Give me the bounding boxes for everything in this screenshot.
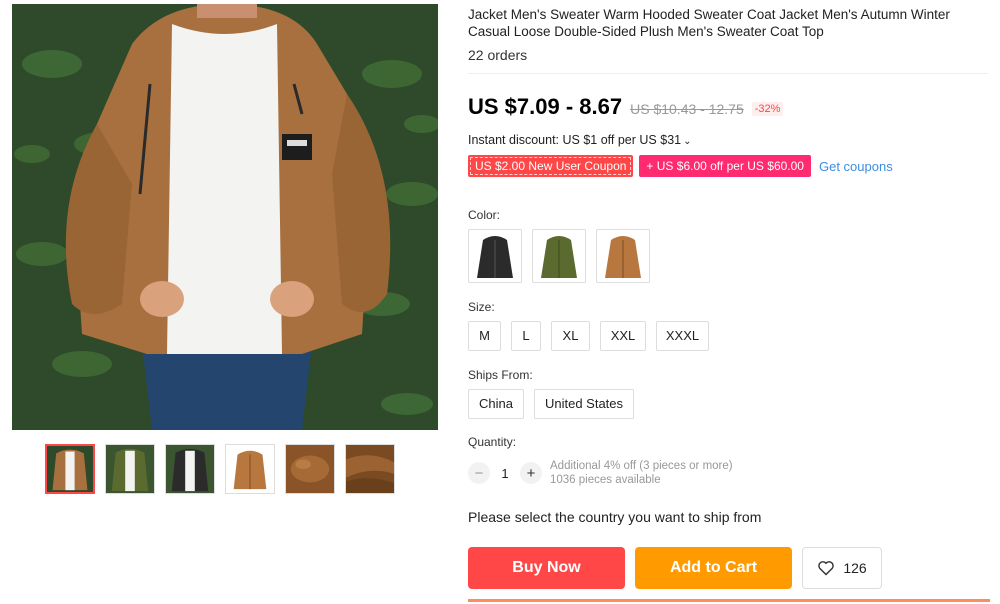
size-option-xxl[interactable]: XXL xyxy=(600,321,646,351)
color-option-green[interactable] xyxy=(532,229,586,283)
quantity-minus-button[interactable]: − xyxy=(468,462,490,484)
color-option-black[interactable] xyxy=(468,229,522,283)
wishlist-count: 126 xyxy=(843,560,867,576)
main-product-image[interactable] xyxy=(12,4,438,430)
quantity-note: Additional 4% off (3 pieces or more) 103… xyxy=(550,459,733,487)
ships-from-china[interactable]: China xyxy=(468,389,524,419)
size-label: Size: xyxy=(468,300,495,314)
thumbnail-2[interactable] xyxy=(105,444,155,494)
size-options: M L XL XXL XXXL xyxy=(468,321,709,351)
bottom-accent-bar xyxy=(468,599,990,602)
size-option-xl[interactable]: XL xyxy=(551,321,590,351)
buy-now-button[interactable]: Buy Now xyxy=(468,547,625,589)
size-option-xxxl[interactable]: XXXL xyxy=(656,321,709,351)
ship-country-note: Please select the country you want to sh… xyxy=(468,509,762,525)
size-option-l[interactable]: L xyxy=(511,321,541,351)
instant-discount[interactable]: Instant discount: US $1 off per US $31 ⌄ xyxy=(468,133,691,147)
jacket-black-icon xyxy=(477,236,513,278)
jacket-khaki-icon xyxy=(605,236,641,278)
thumbnail-6[interactable] xyxy=(345,444,395,494)
quantity-label: Quantity: xyxy=(468,435,517,449)
thumbnail-5[interactable] xyxy=(285,444,335,494)
order-count: 22 orders xyxy=(468,47,528,63)
size-option-m[interactable]: M xyxy=(468,321,501,351)
wishlist-button[interactable]: 126 xyxy=(802,547,882,589)
instant-discount-text: Instant discount: US $1 off per US $31 xyxy=(468,133,682,147)
chevron-down-icon: ⌄ xyxy=(683,136,692,147)
original-price: US $10.43 - 12.75 xyxy=(630,101,744,117)
heart-icon xyxy=(818,561,835,576)
product-title: Jacket Men's Sweater Warm Hooded Sweater… xyxy=(468,7,950,39)
color-options xyxy=(468,229,650,283)
stock-available-text: 1036 pieces available xyxy=(550,474,661,486)
jacket-photo xyxy=(12,4,438,430)
add-to-cart-button[interactable]: Add to Cart xyxy=(635,547,792,589)
thumbnail-strip xyxy=(45,444,395,494)
jacket-green-icon xyxy=(541,236,577,278)
thumbnail-3[interactable] xyxy=(165,444,215,494)
color-option-khaki[interactable] xyxy=(596,229,650,283)
action-buttons: Buy Now Add to Cart 126 xyxy=(468,547,882,589)
quantity-value[interactable]: 1 xyxy=(490,466,520,481)
thumbnail-4[interactable] xyxy=(225,444,275,494)
current-price: US $7.09 - 8.67 xyxy=(468,94,623,119)
get-coupons-link[interactable]: Get coupons xyxy=(819,159,893,174)
ships-from-options: China United States xyxy=(468,389,635,419)
store-coupon[interactable]: + US $6.00 off per US $60.00 xyxy=(639,155,811,177)
new-user-coupon[interactable]: US $2.00 New User Coupon xyxy=(468,155,634,177)
divider xyxy=(468,73,988,74)
ships-from-label: Ships From: xyxy=(468,368,533,382)
coupon-row: US $2.00 New User Coupon + US $6.00 off … xyxy=(468,155,893,177)
thumbnail-1[interactable] xyxy=(45,444,95,494)
ships-from-united-states[interactable]: United States xyxy=(533,389,635,419)
quantity-plus-button[interactable]: + xyxy=(520,462,542,484)
color-label: Color: xyxy=(468,208,501,222)
discount-badge: -32% xyxy=(751,102,784,116)
bulk-discount-text: Additional 4% off (3 pieces or more) xyxy=(550,460,733,472)
quantity-stepper: − 1 + Additional 4% off (3 pieces or mor… xyxy=(468,459,733,487)
price-row: US $7.09 - 8.67 US $10.43 - 12.75 -32% xyxy=(468,94,784,120)
